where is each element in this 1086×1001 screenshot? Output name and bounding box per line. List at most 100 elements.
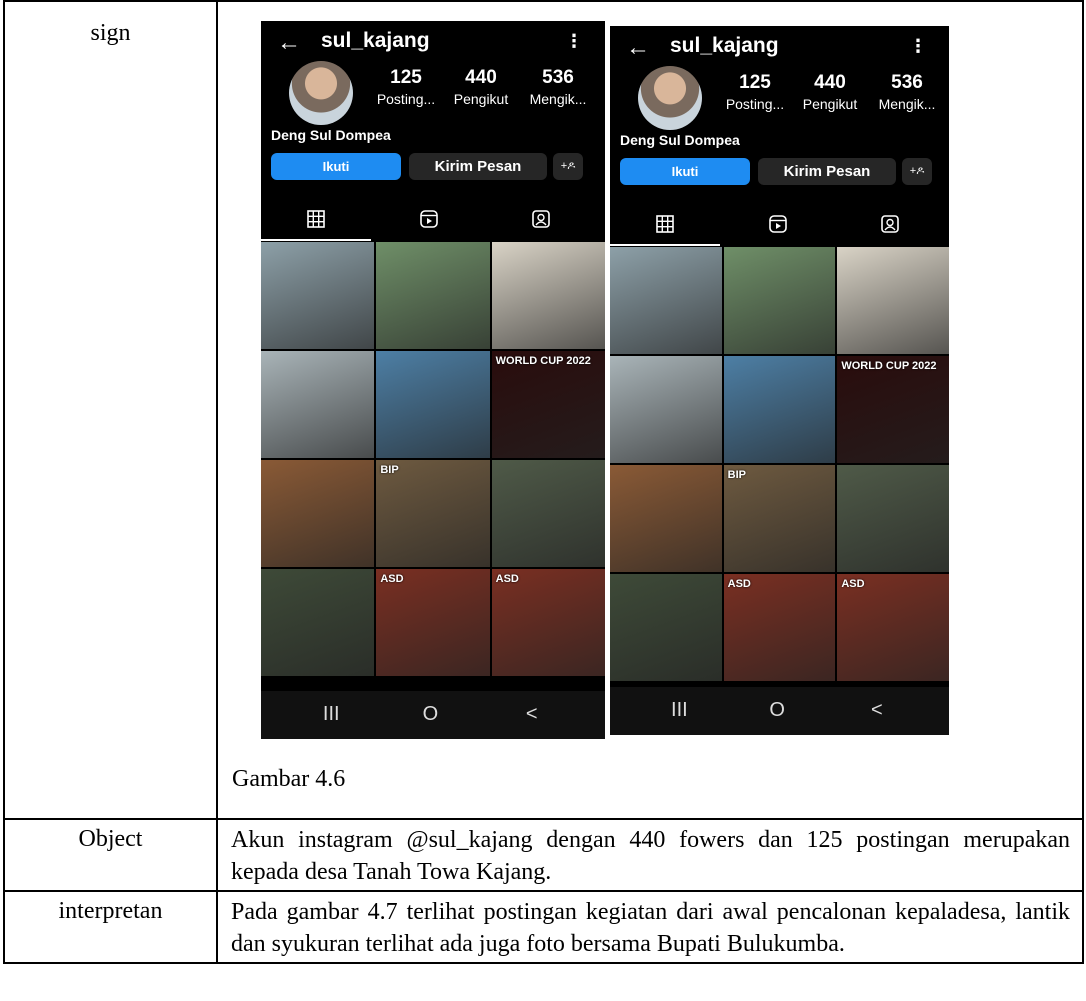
profile-header: ← sul_kajang ⋮ — [610, 26, 949, 70]
profile-header: ← sul_kajang ⋮ — [261, 21, 605, 65]
post-tile[interactable]: BIP — [376, 460, 490, 567]
followers-count: 440 — [465, 67, 497, 88]
post-tile[interactable] — [376, 351, 490, 458]
profile-tabs — [261, 201, 605, 241]
posts-count: 125 — [390, 67, 422, 88]
message-button[interactable]: Kirim Pesan — [409, 153, 547, 180]
reels-icon[interactable] — [419, 209, 439, 229]
post-tile[interactable]: ASD — [723, 574, 836, 681]
post-tile[interactable]: BIP — [723, 465, 836, 572]
stat-posts[interactable]: 125 Posting... — [720, 72, 790, 112]
post-tile-caption: BIP — [727, 469, 746, 481]
profile-username: sul_kajang — [670, 34, 779, 57]
post-tile-caption: ASD — [495, 573, 519, 585]
post-tile[interactable] — [610, 247, 722, 354]
follow-button[interactable]: Ikuti — [271, 153, 401, 180]
post-tile[interactable]: ASD — [837, 574, 949, 681]
followers-label: Pengikut — [453, 91, 509, 107]
home-icon[interactable]: O — [423, 703, 439, 726]
back-nav-icon[interactable]: < — [526, 703, 538, 726]
follow-button[interactable]: Ikuti — [620, 158, 750, 185]
post-tile[interactable]: ASD — [491, 569, 605, 676]
display-name: Deng Sul Dompea — [271, 127, 391, 143]
avatar[interactable] — [638, 66, 702, 130]
followers-label: Pengikut — [802, 96, 858, 112]
stat-following[interactable]: 536 Mengik... — [521, 67, 595, 107]
display-name: Deng Sul Dompea — [620, 132, 740, 148]
phone-screenshot-1: ← sul_kajang ⋮ 125 Posting... 440 Pengik… — [261, 21, 605, 739]
grid-icon[interactable] — [655, 214, 675, 234]
tagged-icon[interactable] — [531, 209, 551, 229]
suggest-people-button[interactable]: +ዶ — [553, 153, 583, 180]
object-text: Akun instagram @sul_kajang dengan 440 fo… — [216, 818, 1084, 892]
back-arrow-icon[interactable]: ← — [626, 34, 650, 62]
post-tile[interactable] — [261, 351, 375, 458]
post-tile[interactable] — [376, 242, 490, 349]
profile-tabs — [610, 206, 949, 246]
sign-content-cell: ← sul_kajang ⋮ 125 Posting... 440 Pengik… — [216, 0, 1084, 820]
post-tile[interactable] — [261, 569, 375, 676]
following-label: Mengik... — [529, 91, 587, 107]
recent-apps-icon[interactable]: III — [323, 703, 340, 726]
figure-caption: Gambar 4.6 — [232, 766, 346, 792]
suggest-people-button[interactable]: +ዶ — [902, 158, 932, 185]
post-tile[interactable] — [261, 242, 375, 349]
post-tile-caption: ASD — [727, 578, 751, 590]
phone-screenshot-2: ← sul_kajang ⋮ 125 Posting... 440 Pengik… — [610, 26, 949, 735]
avatar[interactable] — [289, 61, 353, 125]
interpretan-text: Pada gambar 4.7 terlihat postingan kegia… — [216, 890, 1084, 964]
interpretan-label: interpretan — [58, 898, 163, 924]
more-options-icon[interactable]: ⋮ — [565, 31, 583, 52]
android-navbar: III O < — [610, 687, 949, 735]
more-options-icon[interactable]: ⋮ — [909, 36, 927, 57]
following-label: Mengik... — [878, 96, 936, 112]
post-tile[interactable] — [723, 247, 836, 354]
post-tile[interactable] — [491, 242, 605, 349]
post-tile[interactable]: WORLD CUP 2022 — [837, 356, 949, 463]
message-button[interactable]: Kirim Pesan — [758, 158, 896, 185]
active-tab-indicator — [610, 244, 720, 246]
profile-username: sul_kajang — [321, 29, 430, 52]
back-nav-icon[interactable]: < — [871, 699, 883, 722]
post-tile[interactable]: ASD — [376, 569, 490, 676]
active-tab-indicator — [261, 239, 371, 241]
posts-count: 125 — [739, 72, 771, 93]
post-tile-caption: WORLD CUP 2022 — [841, 360, 937, 372]
grid-icon[interactable] — [306, 209, 326, 229]
followers-count: 440 — [814, 72, 846, 93]
post-tile-caption: BIP — [380, 464, 399, 476]
tagged-icon[interactable] — [880, 214, 900, 234]
stat-followers[interactable]: 440 Pengikut — [792, 72, 868, 112]
post-tile[interactable] — [491, 460, 605, 567]
post-grid: WORLD CUP 2022 BIP ASD ASD — [610, 247, 949, 681]
post-tile-caption: ASD — [841, 578, 865, 590]
recent-apps-icon[interactable]: III — [671, 699, 688, 722]
interpretan-label-cell: interpretan — [3, 890, 218, 964]
stat-posts[interactable]: 125 Posting... — [371, 67, 441, 107]
stat-following[interactable]: 536 Mengik... — [870, 72, 944, 112]
post-tile[interactable] — [723, 356, 836, 463]
post-grid: WORLD CUP 2022 BIP ASD ASD — [261, 242, 605, 676]
android-navbar: III O < — [261, 691, 605, 739]
back-arrow-icon[interactable]: ← — [277, 29, 301, 57]
object-label-cell: Object — [3, 818, 218, 892]
posts-label: Posting... — [376, 91, 436, 107]
post-tile-caption: WORLD CUP 2022 — [495, 355, 591, 367]
home-icon[interactable]: O — [769, 699, 785, 722]
posts-label: Posting... — [725, 96, 785, 112]
stat-followers[interactable]: 440 Pengikut — [443, 67, 519, 107]
post-tile[interactable] — [837, 465, 949, 572]
sign-label-cell: sign — [3, 0, 218, 820]
following-count: 536 — [891, 72, 923, 93]
reels-icon[interactable] — [768, 214, 788, 234]
post-tile-caption: ASD — [380, 573, 404, 585]
following-count: 536 — [542, 67, 574, 88]
post-tile[interactable] — [610, 574, 722, 681]
post-tile[interactable] — [610, 356, 722, 463]
sign-label: sign — [90, 20, 131, 46]
post-tile[interactable] — [261, 460, 375, 567]
post-tile[interactable] — [610, 465, 722, 572]
post-tile[interactable] — [837, 247, 949, 354]
object-label: Object — [78, 826, 143, 852]
post-tile[interactable]: WORLD CUP 2022 — [491, 351, 605, 458]
